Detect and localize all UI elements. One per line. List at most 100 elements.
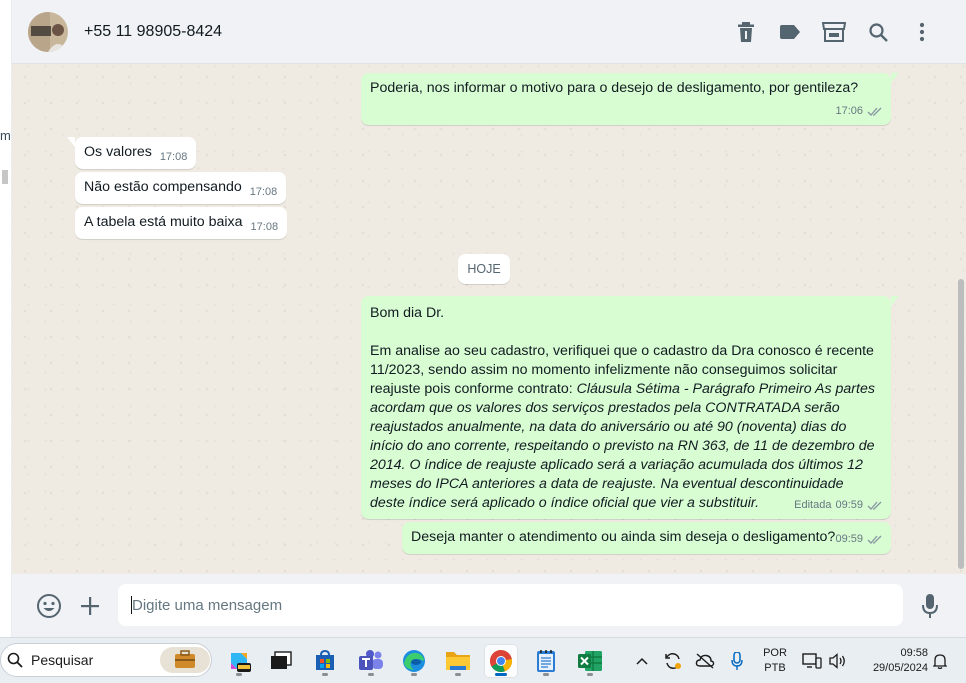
teams-icon bbox=[359, 650, 383, 670]
message-text: A tabela está muito baixa bbox=[84, 214, 243, 230]
message-text: Poderia, nos informar o motivo para o de… bbox=[370, 80, 859, 96]
delete-button[interactable] bbox=[724, 18, 768, 46]
app-indicator bbox=[495, 673, 507, 676]
task-view-icon bbox=[271, 651, 292, 669]
copilot-icon bbox=[231, 653, 251, 672]
app-indicator bbox=[543, 673, 549, 676]
incoming-message[interactable]: Os valores 17:08 bbox=[67, 137, 197, 169]
taskbar-search[interactable]: Pesquisar bbox=[0, 643, 212, 677]
taskbar-notepad[interactable] bbox=[529, 644, 563, 678]
folder-icon bbox=[446, 652, 470, 670]
more-vertical-icon bbox=[919, 22, 925, 42]
read-ticks-icon bbox=[867, 535, 882, 544]
keyboard-layout: PTB bbox=[764, 662, 786, 674]
voice-message-button[interactable] bbox=[914, 590, 946, 622]
taskbar-search-label: Pesquisar bbox=[31, 652, 94, 668]
previous-pane-text-fragment: m bbox=[0, 128, 11, 143]
previous-pane-strip: m bbox=[0, 0, 12, 637]
text-caret bbox=[131, 596, 132, 614]
taskbar-clock[interactable]: 09:58 29/05/2024 bbox=[856, 646, 928, 676]
read-ticks-icon bbox=[867, 501, 882, 510]
header-actions bbox=[724, 18, 944, 46]
taskbar-task-view[interactable] bbox=[264, 644, 298, 678]
incoming-message[interactable]: Não estão compensando 17:08 bbox=[75, 172, 287, 204]
app-indicator bbox=[368, 673, 374, 676]
tray-display[interactable] bbox=[801, 644, 823, 678]
message-list[interactable]: Poderia, nos informar o motivo para o de… bbox=[12, 64, 966, 574]
taskbar-chrome[interactable] bbox=[484, 644, 518, 678]
taskbar-excel[interactable] bbox=[573, 644, 607, 678]
message-input[interactable] bbox=[118, 584, 903, 626]
message-time: 17:08 bbox=[250, 221, 279, 233]
taskbar: Pesquisar POR PTB 09:58 29/05/2024 bbox=[0, 637, 966, 683]
message-body-italic: Cláusula Sétima - Parágrafo Primeiro As … bbox=[370, 381, 875, 511]
monitor-phone-icon bbox=[802, 653, 822, 669]
clock-time: 09:58 bbox=[900, 647, 928, 659]
notepad-icon bbox=[537, 650, 555, 672]
message-text: Não estão compensando bbox=[84, 179, 242, 195]
tray-volume[interactable] bbox=[827, 644, 849, 678]
taskbar-teams[interactable] bbox=[354, 644, 388, 678]
outgoing-message[interactable]: Deseja manter o atendimento ou ainda sim… bbox=[402, 522, 891, 554]
taskbar-file-explorer[interactable] bbox=[441, 644, 475, 678]
app-indicator bbox=[236, 673, 242, 676]
plus-icon bbox=[81, 597, 99, 615]
taskbar-copilot[interactable] bbox=[222, 644, 256, 678]
emoji-button[interactable] bbox=[33, 590, 65, 622]
bell-icon bbox=[933, 654, 947, 669]
sync-icon bbox=[665, 653, 681, 669]
tray-sync[interactable] bbox=[662, 644, 684, 678]
incoming-message[interactable]: A tabela está muito baixa 17:08 bbox=[75, 207, 288, 239]
microphone-icon bbox=[922, 594, 938, 618]
message-time: 17:06 bbox=[835, 105, 863, 117]
chat-header: +55 11 98905-8424 bbox=[12, 0, 966, 64]
catalog-button[interactable] bbox=[812, 18, 856, 46]
notifications-button[interactable] bbox=[930, 644, 950, 678]
taskbar-edge[interactable] bbox=[397, 644, 431, 678]
previous-pane-scrollbar[interactable] bbox=[2, 170, 8, 184]
tray-network[interactable] bbox=[694, 644, 716, 678]
bubble-tail bbox=[891, 73, 899, 83]
bubble-tail bbox=[891, 296, 899, 306]
language-code: POR bbox=[763, 647, 787, 659]
app-indicator bbox=[455, 673, 461, 676]
tray-microphone[interactable] bbox=[726, 644, 748, 678]
outgoing-message[interactable]: Bom dia Dr. Em analise ao seu cadastro, … bbox=[361, 296, 899, 519]
store-icon bbox=[822, 22, 846, 42]
message-meta: 17:06 bbox=[835, 102, 883, 121]
menu-button[interactable] bbox=[900, 18, 944, 46]
date-separator: HOJE bbox=[458, 254, 510, 284]
search-icon bbox=[7, 652, 23, 668]
message-text: Os valores bbox=[84, 144, 152, 160]
show-hidden-icons-button[interactable] bbox=[632, 644, 652, 678]
app-indicator bbox=[411, 673, 417, 676]
contact-name[interactable]: +55 11 98905-8424 bbox=[84, 23, 222, 41]
composer bbox=[12, 574, 966, 637]
message-time: 17:08 bbox=[159, 151, 188, 163]
microphone-icon bbox=[731, 652, 743, 670]
message-time: 09:59 bbox=[835, 533, 863, 545]
search-button[interactable] bbox=[856, 18, 900, 46]
message-body: Em analise ao seu cadastro, verifiquei q… bbox=[370, 342, 882, 513]
excel-icon bbox=[578, 651, 602, 671]
taskbar-store[interactable] bbox=[308, 644, 342, 678]
outgoing-message[interactable]: Poderia, nos informar o motivo para o de… bbox=[361, 73, 899, 125]
read-ticks-icon bbox=[867, 107, 882, 116]
briefcase-icon bbox=[160, 647, 210, 673]
message-meta: Editada 09:59 bbox=[794, 496, 883, 515]
clock-date: 29/05/2024 bbox=[872, 662, 928, 674]
chat-scrollbar[interactable] bbox=[958, 279, 964, 569]
speaker-icon bbox=[829, 653, 845, 669]
message-time: 17:08 bbox=[249, 186, 278, 198]
attach-button[interactable] bbox=[74, 590, 106, 622]
label-icon bbox=[780, 25, 800, 39]
app-indicator bbox=[322, 673, 328, 676]
edited-label: Editada bbox=[794, 499, 832, 511]
bubble-tail bbox=[67, 137, 75, 147]
label-button[interactable] bbox=[768, 18, 812, 46]
message-greeting: Bom dia Dr. bbox=[370, 305, 445, 321]
input-language[interactable]: POR PTB bbox=[760, 646, 790, 676]
emoji-icon bbox=[37, 594, 61, 618]
avatar[interactable] bbox=[28, 11, 68, 52]
message-text: Deseja manter o atendimento ou ainda sim… bbox=[411, 529, 836, 545]
